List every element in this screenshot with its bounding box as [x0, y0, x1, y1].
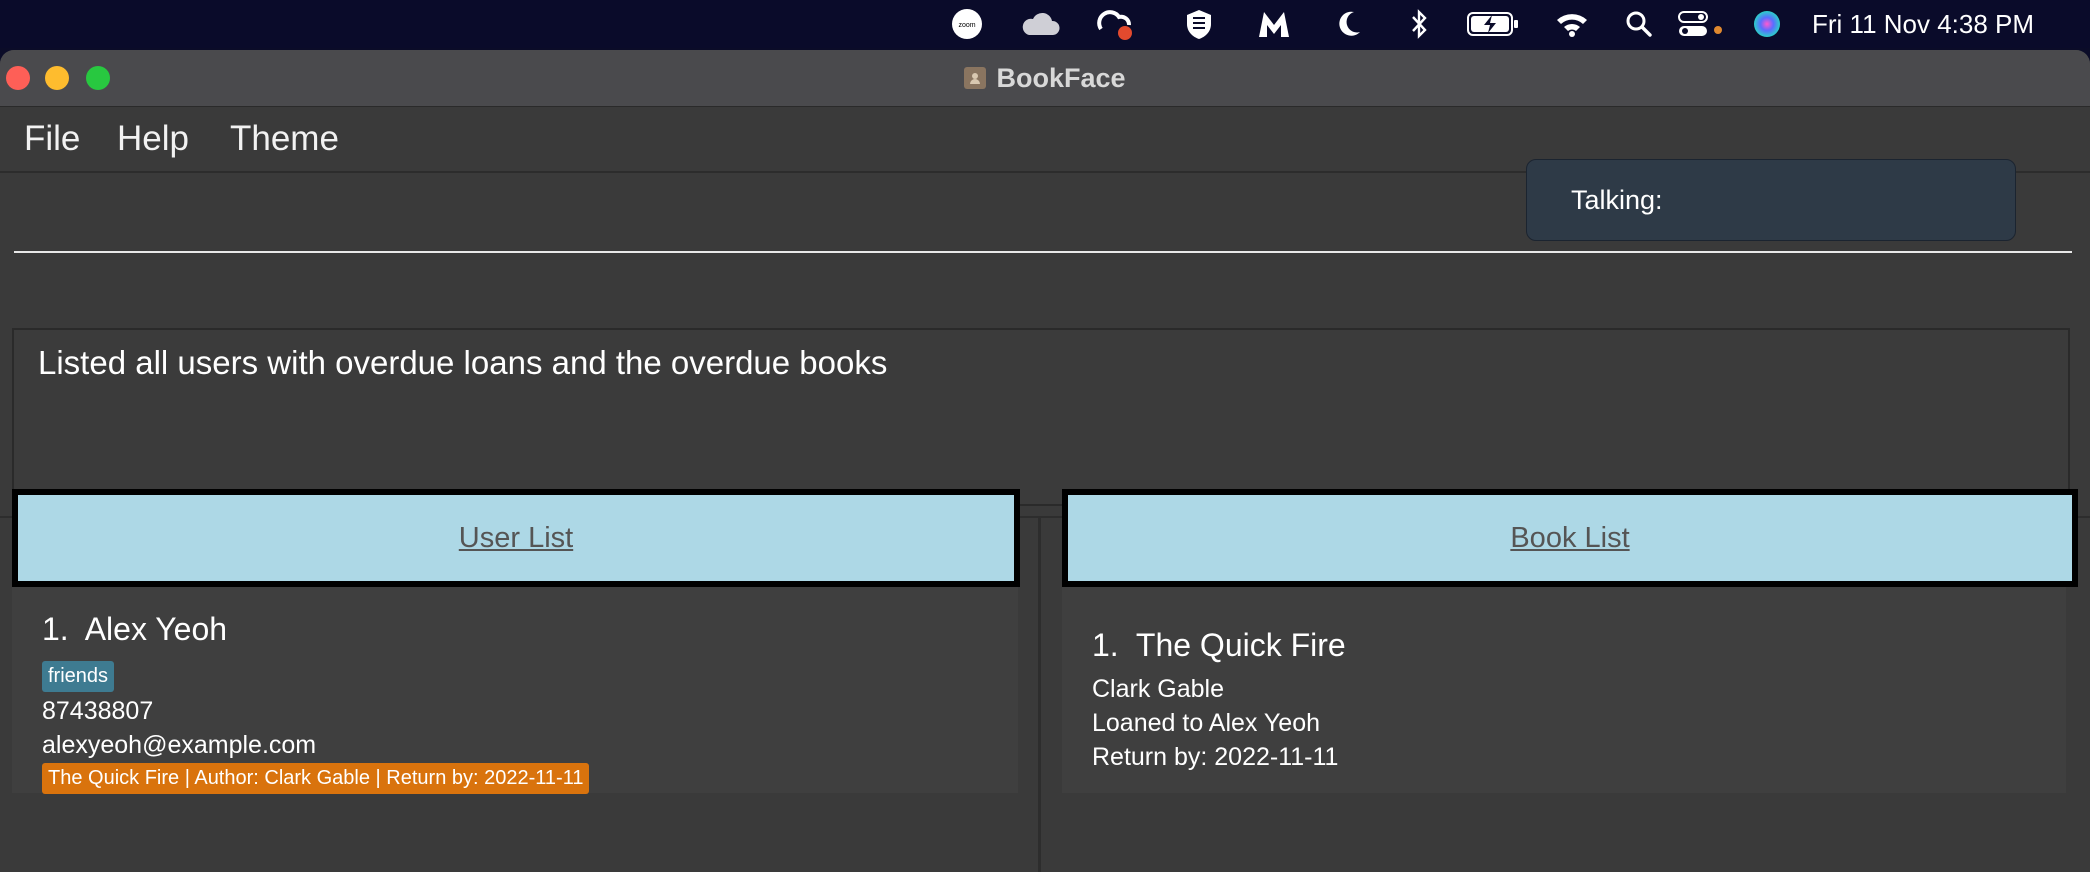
book-author: Clark Gable — [1092, 675, 1224, 703]
title-bar: BookFace — [0, 50, 2090, 107]
user-name: Alex Yeoh — [84, 611, 228, 647]
zoom-icon[interactable]: zoom — [950, 0, 984, 48]
wifi-icon[interactable] — [1554, 0, 1590, 48]
user-index: 1. — [42, 611, 69, 647]
user-name-row: 1. Alex Yeoh — [42, 611, 227, 648]
malwarebytes-icon[interactable] — [1254, 0, 1294, 48]
menu-theme[interactable]: Theme — [230, 107, 339, 171]
result-message: Listed all users with overdue loans and … — [38, 344, 888, 381]
book-return-by: Return by: 2022-11-11 — [1092, 743, 1339, 771]
app-window: BookFace File Help Theme Talking: Listed… — [0, 50, 2090, 872]
bluetooth-icon[interactable] — [1406, 0, 1432, 48]
book-title: The Quick Fire — [1135, 627, 1346, 663]
book-list-header[interactable]: Book List — [1062, 489, 2078, 587]
moon-icon[interactable] — [1334, 0, 1364, 48]
svg-text:zoom: zoom — [958, 22, 975, 29]
book-index: 1. — [1092, 627, 1119, 663]
talking-indicator: Talking: — [1526, 159, 2016, 241]
user-email: alexyeoh@example.com — [42, 731, 317, 759]
book-title-row: 1. The Quick Fire — [1092, 627, 1346, 664]
user-list-title: User List — [458, 521, 574, 554]
book-loaned-to: Loaned to Alex Yeoh — [1092, 709, 1321, 737]
user-loan-tag: The Quick Fire | Author: Clark Gable | R… — [42, 763, 590, 794]
control-center-icon[interactable] — [1676, 0, 1724, 48]
creative-cloud-icon[interactable] — [1094, 0, 1138, 48]
book-list-title: Book List — [1510, 521, 1630, 554]
panel-divider-vertical[interactable] — [1038, 516, 1041, 872]
contact-book-icon — [964, 67, 987, 89]
user-phone: 87438807 — [42, 697, 154, 725]
menu-help[interactable]: Help — [117, 107, 189, 171]
window-title: BookFace — [0, 50, 2090, 106]
talking-label: Talking: — [1571, 184, 1663, 215]
battery-charging-icon[interactable] — [1466, 0, 1520, 48]
result-display[interactable]: Listed all users with overdue loans and … — [12, 328, 2070, 506]
window-title-text: BookFace — [996, 62, 1126, 93]
system-menu-bar: zoom Fri 11 Nov 4:38 PM — [0, 0, 2090, 48]
menu-file[interactable]: File — [24, 107, 80, 171]
siri-icon[interactable] — [1750, 0, 1784, 48]
book-card[interactable]: 1. The Quick Fire Clark Gable Loaned to … — [1062, 587, 2066, 793]
cloud-icon[interactable] — [1018, 0, 1062, 48]
search-icon[interactable] — [1624, 0, 1654, 48]
shield-icon[interactable] — [1182, 0, 1216, 48]
user-list-header[interactable]: User List — [12, 489, 1020, 587]
clock[interactable]: Fri 11 Nov 4:38 PM — [1812, 0, 2034, 48]
user-card[interactable]: 1. Alex Yeoh friends 87438807 alexyeoh@e… — [12, 587, 1018, 794]
user-tag: friends — [42, 661, 115, 692]
